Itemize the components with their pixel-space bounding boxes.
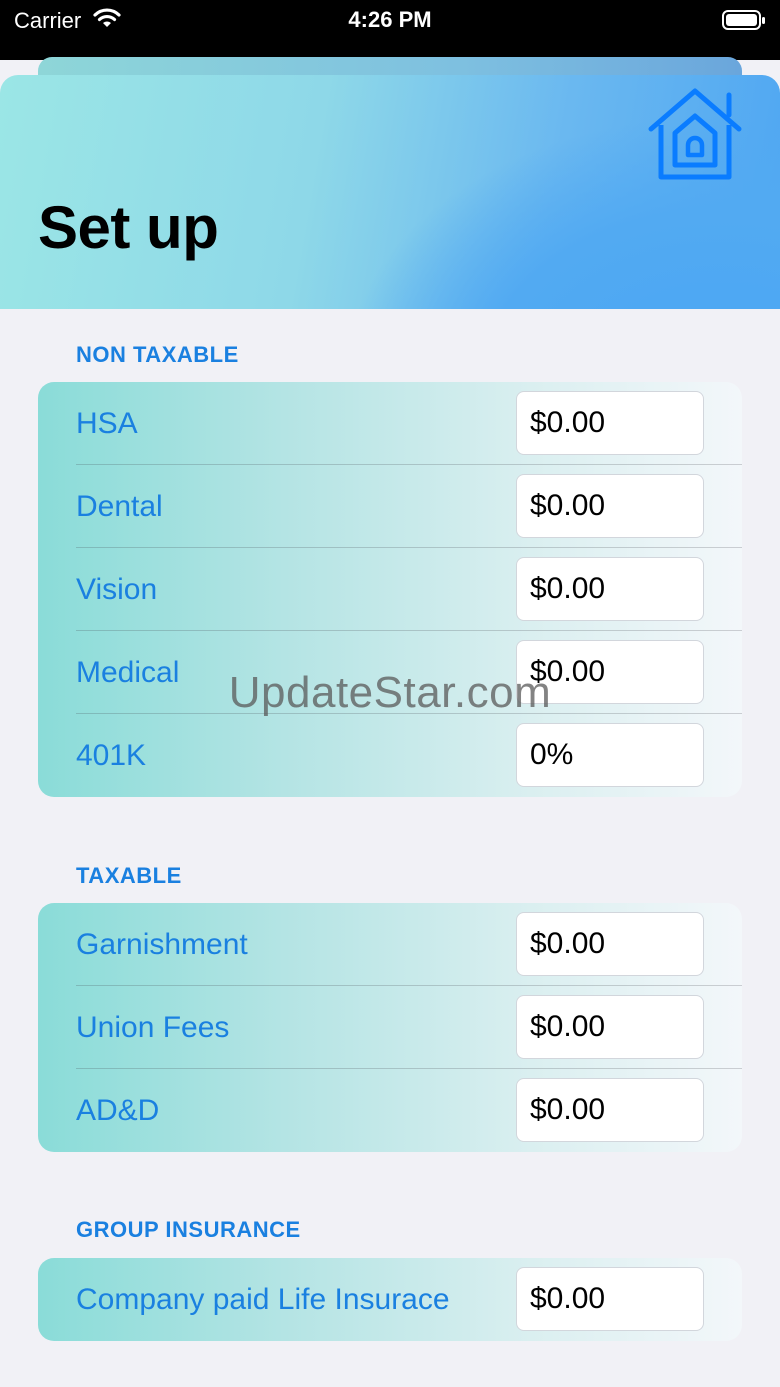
group-insurance-card: Company paid Life Insurace $0.00 (38, 1258, 742, 1341)
list-item: Garnishment $0.00 (38, 903, 742, 986)
row-label: Garnishment (76, 928, 248, 961)
taxable-card: Garnishment $0.00 Union Fees $0.00 AD&D … (38, 903, 742, 1152)
add-amount-field[interactable]: $0.00 (516, 1078, 704, 1142)
vision-amount-field[interactable]: $0.00 (516, 557, 704, 621)
garnishment-amount-field[interactable]: $0.00 (516, 912, 704, 976)
page-title: Set up (38, 194, 219, 261)
row-label: Company paid Life Insurace (76, 1283, 450, 1316)
section-header-group-insurance: GROUP INSURANCE (76, 1217, 301, 1242)
watermark-text: UpdateStar.com (228, 668, 552, 717)
list-item: 401K 0% (38, 714, 742, 797)
list-item: Vision $0.00 (38, 548, 742, 631)
list-item: Company paid Life Insurace $0.00 (38, 1258, 742, 1341)
row-label: 401K (76, 739, 147, 772)
list-item: Union Fees $0.00 (38, 986, 742, 1069)
header-banner: Set up (0, 75, 780, 309)
list-item: HSA $0.00 (38, 382, 742, 465)
section-header-non-taxable: NON TAXABLE (76, 342, 239, 367)
battery-icon (722, 9, 766, 36)
clock: 4:26 PM (348, 7, 432, 32)
row-label: HSA (76, 407, 138, 440)
dental-amount-field[interactable]: $0.00 (516, 474, 704, 538)
union-fees-amount-field[interactable]: $0.00 (516, 995, 704, 1059)
non-taxable-card: HSA $0.00 Dental $0.00 Vision $0.00 Medi… (38, 382, 742, 797)
row-label: Vision (76, 573, 158, 606)
list-item: AD&D $0.00 (38, 1069, 742, 1152)
row-label: AD&D (76, 1094, 160, 1127)
list-item: Dental $0.00 (38, 465, 742, 548)
hsa-amount-field[interactable]: $0.00 (516, 391, 704, 455)
row-label: Union Fees (76, 1011, 230, 1044)
row-label: Dental (76, 490, 163, 523)
401k-percent-field[interactable]: 0% (516, 723, 704, 787)
status-bar: Carrier 4:26 PM (0, 0, 780, 60)
home-icon[interactable] (647, 85, 743, 188)
section-header-taxable: TAXABLE (76, 863, 182, 888)
life-insurance-amount-field[interactable]: $0.00 (516, 1267, 704, 1331)
